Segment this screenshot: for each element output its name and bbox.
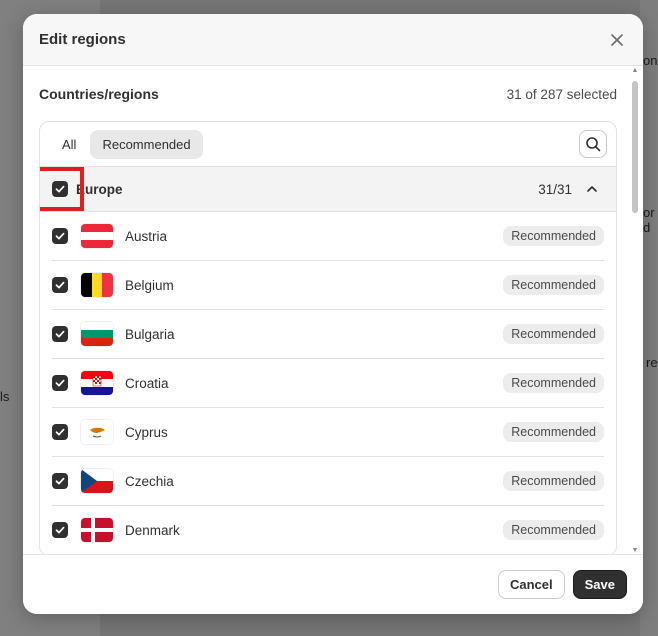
list-item[interactable]: Bulgaria Recommended <box>52 310 604 359</box>
recommended-badge: Recommended <box>503 422 604 442</box>
country-name: Denmark <box>125 522 180 538</box>
list-item[interactable]: Belgium Recommended <box>52 261 604 310</box>
cyprus-flag-icon <box>81 420 113 444</box>
checkmark-icon <box>55 330 65 338</box>
countries-list-box: All Recommended Europe 31/31 Austria Rec… <box>39 121 617 554</box>
checkmark-icon <box>55 428 65 436</box>
croatia-flag-icon <box>81 371 113 395</box>
modal-body: Countries/regions 31 of 287 selected All… <box>23 67 643 554</box>
recommended-badge: Recommended <box>503 471 604 491</box>
tab-all[interactable]: All <box>50 130 88 159</box>
country-checkbox[interactable] <box>52 228 68 244</box>
bulgaria-flag-icon <box>81 322 113 346</box>
modal-title: Edit regions <box>39 31 126 48</box>
checkmark-icon <box>55 232 65 240</box>
country-name: Czechia <box>125 473 174 489</box>
chevron-up-icon[interactable] <box>584 181 600 197</box>
checkmark-icon <box>55 526 65 534</box>
group-name: Europe <box>76 181 123 197</box>
recommended-badge: Recommended <box>503 275 604 295</box>
close-icon[interactable] <box>607 30 627 50</box>
filter-tabs: All Recommended <box>40 122 616 167</box>
scroll-down-arrow-icon[interactable]: ▼ <box>631 547 639 554</box>
save-button[interactable]: Save <box>572 570 627 599</box>
section-header: Countries/regions 31 of 287 selected <box>39 67 617 121</box>
scroll-up-arrow-icon[interactable]: ▲ <box>631 67 639 74</box>
search-button[interactable] <box>579 130 607 158</box>
group-row-europe[interactable]: Europe 31/31 <box>40 167 616 212</box>
backdrop-text-left: ls <box>0 389 10 404</box>
country-checkbox[interactable] <box>52 326 68 342</box>
recommended-badge: Recommended <box>503 520 604 540</box>
country-name: Bulgaria <box>125 326 175 342</box>
checkmark-icon <box>55 281 65 289</box>
edit-regions-modal: Edit regions Countries/regions 31 of 287… <box>23 14 643 614</box>
czechia-flag-icon <box>81 469 113 493</box>
country-name: Austria <box>125 228 168 244</box>
selected-count: 31 of 287 selected <box>506 86 617 102</box>
section-title: Countries/regions <box>39 86 159 102</box>
recommended-badge: Recommended <box>503 324 604 344</box>
austria-flag-icon <box>81 224 113 248</box>
country-checkbox[interactable] <box>52 375 68 391</box>
group-checkbox-europe[interactable] <box>52 181 68 197</box>
recommended-badge: Recommended <box>503 373 604 393</box>
scroll-thumb[interactable] <box>632 81 638 213</box>
checkmark-icon <box>55 379 65 387</box>
backdrop-text-right-3: re <box>646 355 658 370</box>
backdrop-text-right-1: on <box>643 53 658 68</box>
checkmark-icon <box>55 185 65 193</box>
search-icon <box>586 137 601 152</box>
checkmark-icon <box>55 477 65 485</box>
group-count: 31/31 <box>538 181 572 197</box>
list-item[interactable]: Croatia Recommended <box>52 359 604 408</box>
list-item[interactable]: Czechia Recommended <box>52 457 604 506</box>
country-name: Cyprus <box>125 424 168 440</box>
country-checkbox[interactable] <box>52 277 68 293</box>
country-checkbox[interactable] <box>52 473 68 489</box>
list-item[interactable]: Cyprus Recommended <box>52 408 604 457</box>
backdrop-text-right-2: or d <box>643 205 655 235</box>
list-item[interactable]: Denmark Recommended <box>52 506 604 554</box>
modal-header: Edit regions <box>23 14 643 66</box>
modal-footer: Cancel Save <box>23 554 643 614</box>
country-name: Belgium <box>125 277 174 293</box>
belgium-flag-icon <box>81 273 113 297</box>
country-name: Croatia <box>125 375 169 391</box>
tab-recommended[interactable]: Recommended <box>90 129 203 159</box>
denmark-flag-icon <box>81 518 113 542</box>
cancel-button[interactable]: Cancel <box>497 570 565 599</box>
modal-scrollbar[interactable]: ▲ ▼ <box>631 67 639 554</box>
country-checkbox[interactable] <box>52 522 68 538</box>
list-item[interactable]: Austria Recommended <box>52 212 604 261</box>
country-checkbox[interactable] <box>52 424 68 440</box>
recommended-badge: Recommended <box>503 226 604 246</box>
